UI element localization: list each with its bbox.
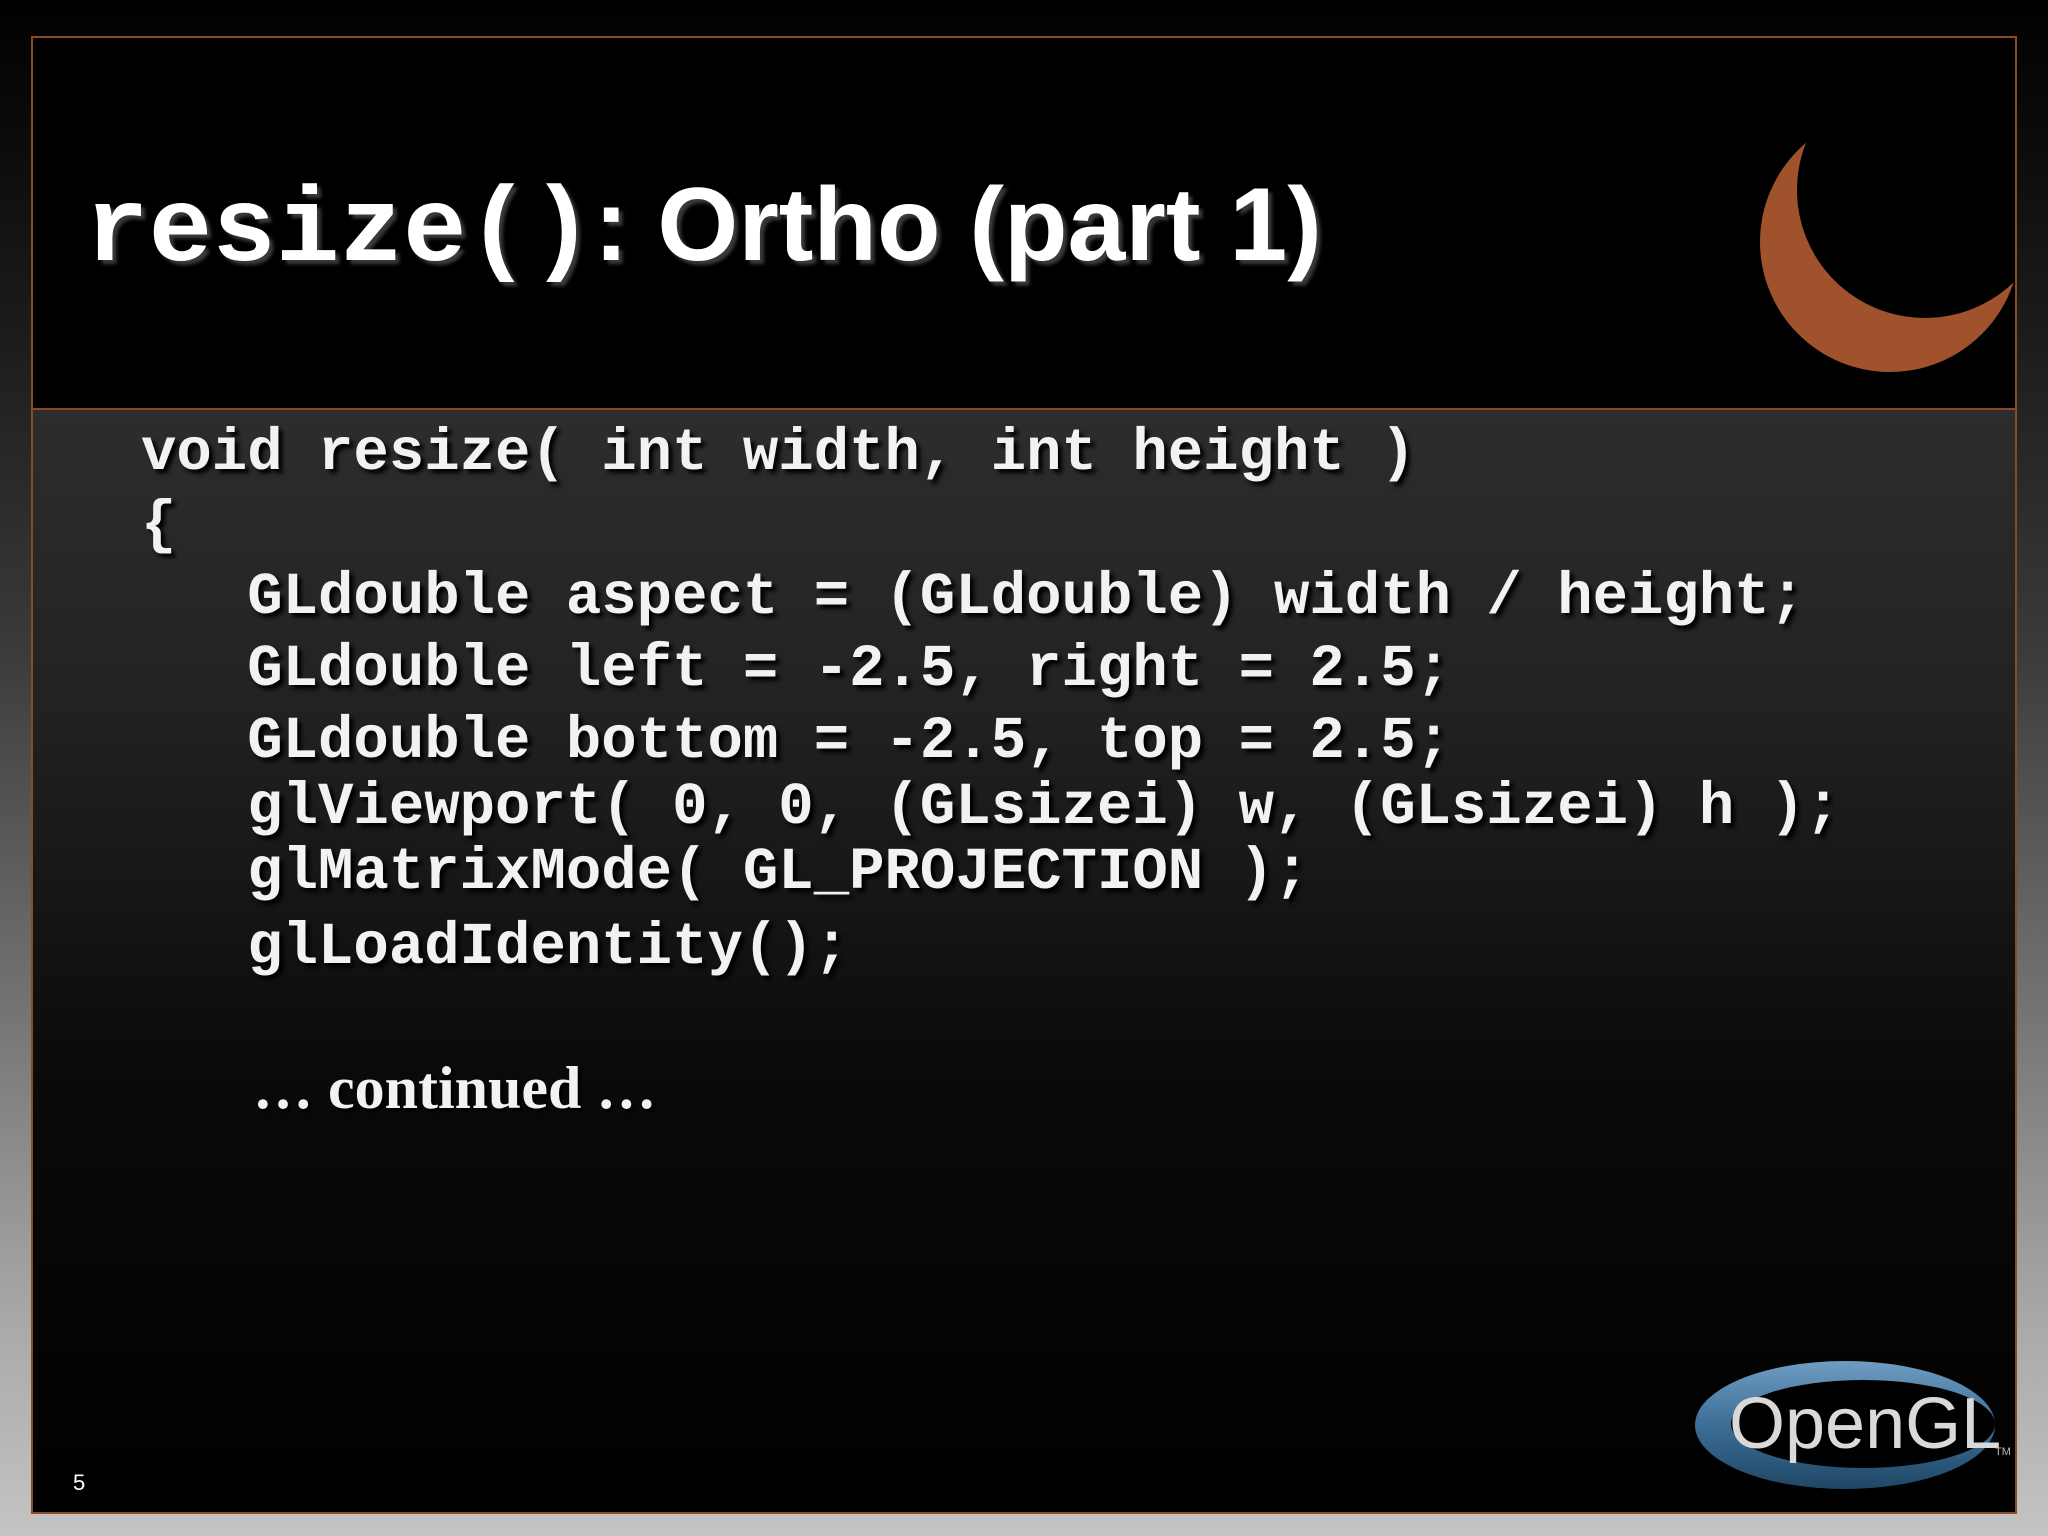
code-line: glMatrixMode( GL_PROJECTION );	[141, 839, 1310, 906]
opengl-logo: OpenGL TM	[1695, 1361, 2011, 1489]
continued-note: … continued …	[253, 1055, 657, 1121]
logo-text: OpenGL	[1729, 1384, 2001, 1464]
code-line: void resize( int width, int height )	[141, 420, 1416, 487]
code-line: GLdouble aspect = (GLdouble) width / hei…	[141, 564, 1806, 631]
title-bar: resize(): Ortho (part 1)	[33, 38, 2015, 410]
slide-title: resize(): Ortho (part 1)	[85, 166, 1322, 292]
code-line: glLoadIdentity();	[141, 914, 850, 981]
slide: resize(): Ortho (part 1) void resize( in…	[31, 36, 2017, 1514]
slide-number: 5	[73, 1470, 86, 1495]
logo-tm: TM	[1995, 1446, 2011, 1458]
title-text: : Ortho (part 1)	[593, 167, 1322, 283]
code-line: GLdouble bottom = -2.5, top = 2.5;	[141, 708, 1452, 775]
crescent-moon-icon	[1760, 112, 2015, 372]
code-line: GLdouble left = -2.5, right = 2.5;	[141, 636, 1452, 703]
code-line: {	[141, 492, 177, 559]
code-line: glViewport( 0, 0, (GLsizei) w, (GLsizei)…	[141, 774, 1841, 841]
title-code: resize()	[85, 172, 594, 292]
